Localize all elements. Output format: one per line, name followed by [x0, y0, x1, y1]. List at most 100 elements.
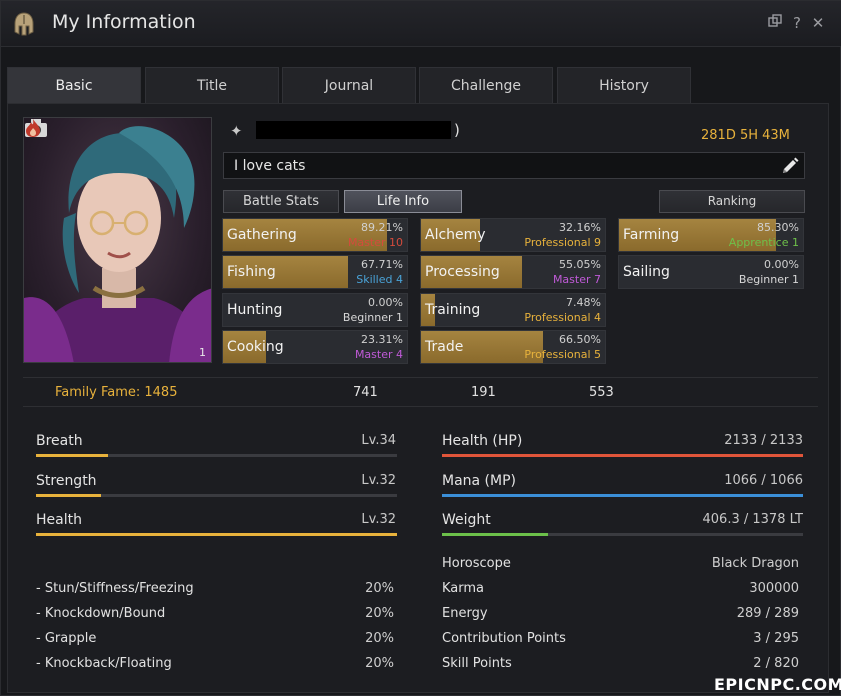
skill-percent: 23.31% — [361, 333, 403, 346]
flame-count: 1 — [199, 346, 206, 359]
stat-level-strength: Lv.32 — [361, 473, 396, 488]
skill-name: Trade — [425, 339, 464, 355]
skill-level: Master 7 — [552, 273, 601, 286]
portrait-image — [24, 126, 211, 362]
my-information-window: My Information ? ✕ Basic Title Journal C… — [0, 0, 841, 696]
vital-bar-fill — [442, 454, 803, 457]
skill-name: Alchemy — [425, 227, 486, 243]
family-fame-row: Family Fame: 1485 741 191 553 — [23, 377, 818, 407]
life-skill-training[interactable]: Training 7.48% Professional 4 — [420, 293, 606, 327]
skill-level: Professional 9 — [524, 236, 601, 249]
vital-value-weight: 406.3 / 1378 LT — [702, 512, 803, 527]
help-icon[interactable]: ? — [789, 14, 805, 32]
vital-value-hp: 2133 / 2133 — [724, 433, 803, 448]
stat-bar-strength — [36, 494, 397, 497]
info-value-horoscope: Black Dragon — [711, 556, 799, 571]
resist-value: 20% — [365, 606, 394, 621]
vital-bar-fill — [442, 494, 803, 497]
info-value-energy: 289 / 289 — [736, 606, 799, 621]
vital-value-mp: 1066 / 1066 — [724, 473, 803, 488]
vital-name-weight: Weight — [442, 512, 491, 528]
info-value-karma: 300000 — [749, 581, 799, 596]
close-icon[interactable]: ✕ — [810, 14, 826, 32]
playtime: 281D 5H 43M — [701, 128, 790, 143]
skill-level: Master 10 — [347, 236, 403, 249]
skill-level: Professional 5 — [524, 348, 601, 361]
resist-name: - Knockback/Floating — [36, 656, 172, 671]
family-fame-label: Family Fame: 1485 — [55, 385, 178, 400]
skill-name: Sailing — [623, 264, 670, 280]
life-skill-sailing[interactable]: Sailing 0.00% Beginner 1 — [618, 255, 804, 289]
skill-percent: 66.50% — [559, 333, 601, 346]
resist-value: 20% — [365, 631, 394, 646]
title-bar[interactable]: My Information ? ✕ — [1, 1, 841, 47]
resist-name: - Knockdown/Bound — [36, 606, 166, 621]
stat-name-strength: Strength — [36, 473, 97, 489]
stat-level-health: Lv.32 — [361, 512, 396, 527]
vital-bar-mp — [442, 494, 803, 497]
stat-bar-fill — [36, 494, 101, 497]
vital-bar-weight — [442, 533, 803, 536]
skill-percent: 89.21% — [361, 221, 403, 234]
stat-bar-fill — [36, 533, 397, 536]
stat-bar-breath — [36, 454, 397, 457]
info-value-skill-points: 2 / 820 — [753, 656, 799, 671]
vital-name-mp: Mana (MP) — [442, 473, 517, 489]
stat-level-breath: Lv.34 — [361, 433, 396, 448]
info-name-skill-points: Skill Points — [442, 656, 512, 671]
life-skill-hunting[interactable]: Hunting 0.00% Beginner 1 — [222, 293, 408, 327]
life-skill-alchemy[interactable]: Alchemy 32.16% Professional 9 — [420, 218, 606, 252]
pencil-icon[interactable] — [780, 156, 800, 176]
info-name-karma: Karma — [442, 581, 485, 596]
life-skill-cooking[interactable]: Cooking 23.31% Master 4 — [222, 330, 408, 364]
flame-icon — [26, 119, 40, 137]
skill-percent: 32.16% — [559, 221, 601, 234]
skill-name: Gathering — [227, 227, 297, 243]
tab-basic[interactable]: Basic — [7, 67, 141, 104]
life-skill-processing[interactable]: Processing 55.05% Master 7 — [420, 255, 606, 289]
ranking-button[interactable]: Ranking — [659, 190, 805, 213]
vital-bar-fill — [442, 533, 549, 536]
skill-name: Farming — [623, 227, 680, 243]
window-title: My Information — [52, 11, 196, 33]
skill-name: Processing — [425, 264, 500, 280]
skill-name: Hunting — [227, 302, 283, 318]
tab-journal[interactable]: Journal — [282, 67, 416, 104]
vital-name-hp: Health (HP) — [442, 433, 523, 449]
watermark: EPICNPC.COM — [714, 675, 841, 694]
redacted-name — [256, 121, 451, 139]
motto-text: I love cats — [234, 158, 306, 174]
skill-name: Training — [425, 302, 481, 318]
restore-icon[interactable] — [767, 14, 783, 32]
skill-level: Master 4 — [354, 348, 403, 361]
stat-bar-fill — [36, 454, 109, 457]
fame-value-b: 191 — [471, 385, 496, 400]
skill-level: Skilled 4 — [356, 273, 403, 286]
stat-name-breath: Breath — [36, 433, 83, 449]
name-suffix: ) — [454, 121, 460, 139]
skill-percent: 55.05% — [559, 258, 601, 271]
skill-level: Beginner 1 — [342, 311, 403, 324]
motto-field[interactable]: I love cats — [223, 152, 805, 179]
info-name-energy: Energy — [442, 606, 488, 621]
compass-icon: ✦ — [230, 122, 243, 140]
info-name-horoscope: Horoscope — [442, 556, 511, 571]
character-portrait: 1 — [23, 117, 212, 363]
life-info-button[interactable]: Life Info — [344, 190, 462, 213]
skill-level: Apprentice 1 — [728, 236, 799, 249]
skill-percent: 7.48% — [566, 296, 601, 309]
battle-stats-button[interactable]: Battle Stats — [223, 190, 339, 213]
life-skill-fishing[interactable]: Fishing 67.71% Skilled 4 — [222, 255, 408, 289]
resist-value: 20% — [365, 656, 394, 671]
skill-percent: 67.71% — [361, 258, 403, 271]
skill-name: Fishing — [227, 264, 276, 280]
life-skill-trade[interactable]: Trade 66.50% Professional 5 — [420, 330, 606, 364]
skill-percent: 85.30% — [757, 221, 799, 234]
tab-history[interactable]: History — [557, 67, 691, 104]
tab-title[interactable]: Title — [145, 67, 279, 104]
info-name-contribution-points: Contribution Points — [442, 631, 566, 646]
life-skill-gathering[interactable]: Gathering 89.21% Master 10 — [222, 218, 408, 252]
tab-challenge[interactable]: Challenge — [419, 67, 553, 104]
life-skill-farming[interactable]: Farming 85.30% Apprentice 1 — [618, 218, 804, 252]
vital-bar-hp — [442, 454, 803, 457]
